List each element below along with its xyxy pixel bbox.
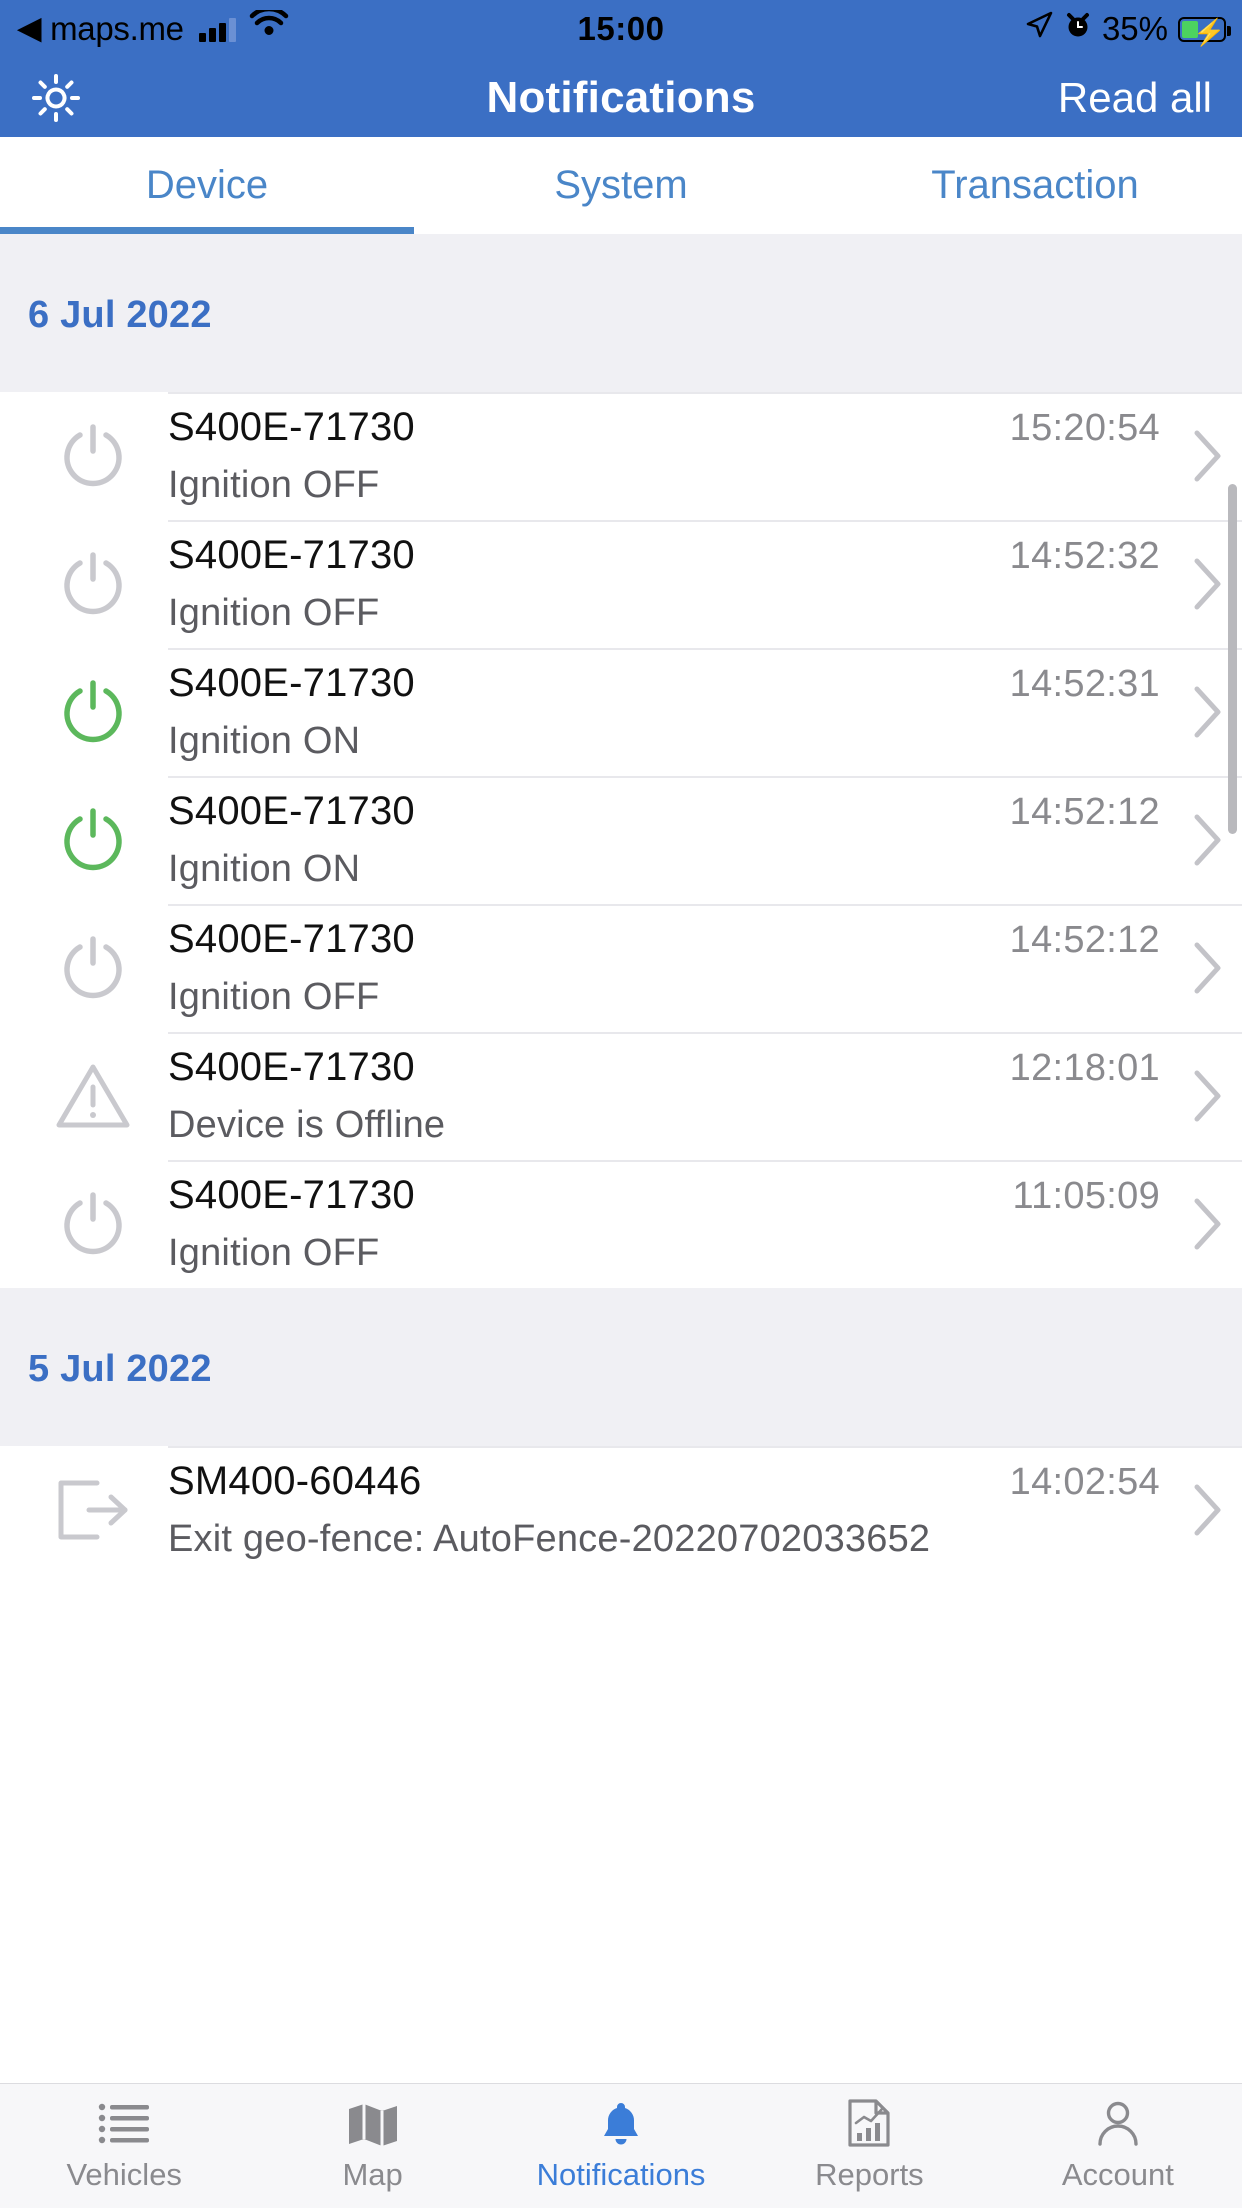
bottom-tab-label: Notifications [536, 2157, 706, 2192]
alarm-clock-icon [1064, 10, 1092, 48]
bottom-tab-bar: Vehicles Map Notifications Reports Accou… [0, 2083, 1242, 2208]
notification-time: 14:52:12 [1009, 919, 1160, 961]
device-name: S400E-71730 [168, 1045, 415, 1089]
power-on-icon [18, 803, 168, 877]
notifications-list[interactable]: 6 Jul 2022 S400E-71730 15:20:54 Ignition OF… [0, 234, 1242, 2083]
notification-row[interactable]: S400E-71730 11:05:09 Ignition OFF [0, 1160, 1242, 1288]
chevron-right-icon[interactable] [1188, 1482, 1242, 1538]
location-arrow-icon [1024, 10, 1054, 48]
power-off-icon [18, 547, 168, 621]
notification-time: 12:18:01 [1009, 1047, 1160, 1089]
bottom-tab-notifications[interactable]: Notifications [497, 2099, 745, 2193]
date-section-header: 6 Jul 2022 [0, 234, 1242, 392]
notification-event: Ignition ON [168, 848, 361, 890]
notification-event: Device is Offline [168, 1104, 446, 1146]
power-off-icon [18, 419, 168, 493]
notification-event: Ignition OFF [168, 592, 380, 634]
device-name: S400E-71730 [168, 405, 415, 449]
bottom-tab-map[interactable]: Map [248, 2099, 496, 2193]
person-icon [1094, 2099, 1142, 2147]
read-all-button[interactable]: Read all [1058, 74, 1212, 122]
tab-device[interactable]: Device [0, 137, 414, 234]
bottom-tab-label: Map [342, 2157, 403, 2192]
notification-row[interactable]: S400E-71730 15:20:54 Ignition OFF [0, 392, 1242, 520]
chevron-right-icon[interactable] [1188, 1196, 1242, 1252]
bottom-tab-label: Reports [815, 2157, 924, 2192]
device-name: S400E-71730 [168, 661, 415, 705]
device-name: S400E-71730 [168, 789, 415, 833]
power-off-icon [18, 931, 168, 1005]
report-chart-icon [844, 2099, 894, 2147]
notification-content: S400E-71730 12:18:01 Device is Offline [168, 1045, 1188, 1147]
notification-event: Ignition OFF [168, 1232, 380, 1274]
notification-time: 14:52:32 [1009, 535, 1160, 577]
notification-time: 14:52:31 [1009, 663, 1160, 705]
device-name: SM400-60446 [168, 1459, 422, 1503]
notification-content: SM400-60446 14:02:54 Exit geo-fence: AutoF… [168, 1459, 1188, 1561]
notification-event: Ignition ON [168, 720, 361, 762]
device-name: S400E-71730 [168, 533, 415, 577]
notification-row[interactable]: S400E-71730 12:18:01 Device is Offline [0, 1032, 1242, 1160]
device-name: S400E-71730 [168, 917, 415, 961]
notification-row[interactable]: S400E-71730 14:52:12 Ignition OFF [0, 904, 1242, 1032]
notification-content: S400E-71730 14:52:32 Ignition OFF [168, 533, 1188, 635]
notification-content: S400E-71730 11:05:09 Ignition OFF [168, 1173, 1188, 1275]
exit-geofence-icon [18, 1473, 168, 1547]
chevron-right-icon[interactable] [1188, 1068, 1242, 1124]
notification-content: S400E-71730 14:52:12 Ignition ON [168, 789, 1188, 891]
date-section-header: 5 Jul 2022 [0, 1288, 1242, 1446]
notification-event: Exit geo-fence: AutoFence-20220702033652 [168, 1518, 931, 1560]
notification-row[interactable]: S400E-71730 14:52:32 Ignition OFF [0, 520, 1242, 648]
notification-content: S400E-71730 14:52:12 Ignition OFF [168, 917, 1188, 1019]
bottom-tab-vehicles[interactable]: Vehicles [0, 2099, 248, 2193]
battery-percent-label: 35% [1101, 10, 1168, 47]
notification-row[interactable]: S400E-71730 14:52:31 Ignition ON [0, 648, 1242, 776]
page-title: Notifications [486, 72, 756, 122]
status-bar: ◀ maps.me 15:00 35% ⚡ [0, 0, 1242, 58]
bottom-tab-label: Account [1061, 2157, 1174, 2192]
power-on-icon [18, 675, 168, 749]
tab-transaction[interactable]: Transaction [828, 137, 1242, 234]
bottom-tab-label: Vehicles [66, 2157, 182, 2192]
device-name: S400E-71730 [168, 1173, 415, 1217]
notification-type-tabs: Device System Transaction [0, 137, 1242, 234]
chevron-right-icon[interactable] [1188, 940, 1242, 996]
list-icon [97, 2099, 151, 2147]
notification-time: 15:20:54 [1009, 407, 1160, 449]
map-icon [347, 2099, 399, 2147]
gear-icon[interactable] [30, 72, 82, 124]
notification-content: S400E-71730 14:52:31 Ignition ON [168, 661, 1188, 763]
tab-system[interactable]: System [414, 137, 828, 234]
bottom-tab-account[interactable]: Account [994, 2099, 1242, 2193]
status-bar-right: 35% ⚡ [1024, 10, 1242, 48]
bottom-tab-reports[interactable]: Reports [745, 2099, 993, 2193]
power-off-icon [18, 1187, 168, 1261]
nav-bar: Notifications Read all [0, 58, 1242, 137]
notification-event: Ignition OFF [168, 976, 380, 1018]
notification-content: S400E-71730 15:20:54 Ignition OFF [168, 405, 1188, 507]
bell-icon [597, 2099, 645, 2147]
notification-row[interactable]: SM400-60446 14:02:54 Exit geo-fence: AutoF… [0, 1446, 1242, 1574]
notification-event: Ignition OFF [168, 464, 380, 506]
notification-time: 11:05:09 [1012, 1175, 1160, 1217]
notification-time: 14:52:12 [1009, 791, 1160, 833]
notification-row[interactable]: S400E-71730 14:52:12 Ignition ON [0, 776, 1242, 904]
chevron-right-icon[interactable] [1188, 428, 1242, 484]
battery-charging-icon: ⚡ [1178, 16, 1231, 47]
warning-icon [18, 1059, 168, 1133]
vertical-scrollbar[interactable] [1228, 484, 1237, 834]
notification-time: 14:02:54 [1009, 1461, 1160, 1503]
